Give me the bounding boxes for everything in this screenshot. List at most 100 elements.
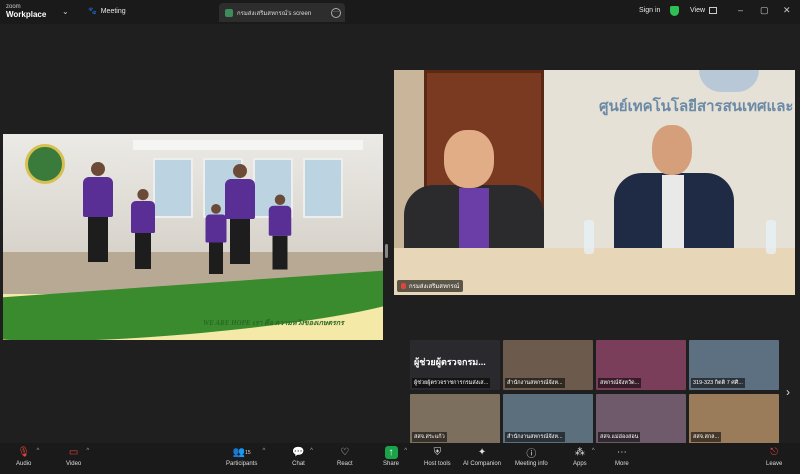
shield-icon: ⛨ [433, 447, 442, 458]
screen-share-tab[interactable]: กรมส่งเสริมสหกรณ์'s screen ··· [219, 3, 345, 22]
view-button[interactable]: View [690, 7, 718, 14]
apps-button[interactable]: ⁂ Apps ^ [573, 446, 595, 467]
gallery-strip: ผู้ช่วยผู้ตรวจกรม... ผู้ช่วยผู้ตรวจราชกา… [410, 340, 780, 444]
speaker-video-tile[interactable]: ศูนย์เทคโนโลยีสารสนเทศและ กรมส่งเสริมสหก… [394, 70, 795, 295]
maximize-icon[interactable]: ▢ [760, 5, 769, 16]
participant-name: กรมส่งเสริมสหกรณ์ [409, 284, 460, 290]
tile-label: สำนักงานสหกรณ์จังห... [505, 378, 565, 388]
chat-button[interactable]: 💬 Chat ^ [292, 446, 313, 467]
gallery-tile[interactable]: ผู้ช่วยผู้ตรวจกรม... ผู้ช่วยผู้ตรวจราชกา… [410, 340, 500, 390]
info-label: Meeting info [515, 461, 548, 467]
shared-video-tile[interactable]: WE ARE HOPE เรา คือ ความหวังของเกษตรกร [3, 134, 383, 340]
apps-icon: ⁂ [574, 447, 585, 458]
more-icon[interactable]: ··· [331, 7, 341, 18]
shield-icon[interactable] [670, 6, 679, 16]
next-page-icon[interactable]: › [786, 385, 790, 399]
leave-icon: ⎋ [770, 447, 779, 458]
person [83, 162, 113, 262]
tile-label: 319-323 กิตติ 7 ศศิ... [691, 378, 745, 388]
zoom-logo: zoom Workplace [6, 3, 46, 19]
leave-button[interactable]: ⎋ Leave [766, 446, 782, 467]
person [205, 204, 227, 274]
caret-up-icon[interactable]: ^ [404, 448, 407, 454]
wall-sign: ศูนย์เทคโนโลยีสารสนเทศและ [599, 98, 794, 115]
ai-label: AI Companion [463, 461, 502, 467]
layout-icon [709, 7, 718, 14]
gallery-tile[interactable]: 319-323 กิตติ 7 ศศิ... [689, 340, 779, 390]
caret-up-icon[interactable]: ^ [37, 448, 40, 454]
chat-label: Chat [292, 461, 305, 467]
more-button[interactable]: ⋯ More [615, 446, 629, 467]
more-icon: ⋯ [616, 447, 627, 458]
apps-label: Apps [573, 461, 587, 467]
gallery-tile[interactable]: สหกรณ์จังหวัด... [596, 340, 686, 390]
emblem-icon [25, 144, 65, 184]
participants-icon: 👥 15 [232, 447, 251, 458]
meeting-info-button[interactable]: ⓘ Meeting info [515, 446, 548, 467]
participants-button[interactable]: 👥 15 Participants ^ [226, 446, 265, 467]
share-button[interactable]: ↑ Share ^ [383, 446, 407, 467]
video-label: Video [66, 461, 82, 467]
host-tools-label: Host tools [424, 461, 451, 467]
participants-label: Participants [226, 461, 258, 467]
bottle [766, 220, 776, 254]
caret-up-icon[interactable]: ^ [310, 448, 313, 454]
close-icon[interactable]: ✕ [783, 5, 791, 16]
react-label: React [337, 461, 353, 467]
chevron-down-icon[interactable]: ⌄ [62, 7, 69, 16]
gallery-tile[interactable]: สำนักงานสหกรณ์จังห... [503, 340, 593, 390]
person [614, 125, 734, 263]
tile-label: สสจ.แม่ฮ่องสอน [598, 432, 641, 442]
tile-title: ผู้ช่วยผู้ตรวจกรม... [414, 357, 486, 367]
paw-icon: 🐾 [88, 8, 97, 15]
mic-muted-icon [401, 283, 406, 289]
heart-icon: ♡ [340, 447, 350, 458]
host-tools-button[interactable]: ⛨ Host tools [424, 446, 451, 467]
caret-up-icon[interactable]: ^ [592, 448, 595, 454]
gallery-tile[interactable]: สสจ.สกล... [689, 394, 779, 444]
person [225, 164, 255, 264]
logo-line2: Workplace [6, 10, 47, 19]
chat-icon: 💬 [292, 447, 305, 458]
bottle [584, 220, 594, 254]
video-off-icon: ▭ [68, 447, 79, 458]
more-label: More [615, 461, 629, 467]
gallery-tile[interactable]: สำนักงานสหกรณ์จังห... [503, 394, 593, 444]
minimize-icon[interactable]: – [738, 5, 743, 15]
ai-companion-button[interactable]: ✦ AI Companion [463, 446, 501, 467]
person [268, 194, 292, 270]
tile-label: สหกรณ์จังหวัด... [598, 378, 642, 388]
sign-in-link[interactable]: Sign in [639, 7, 660, 14]
person [404, 130, 544, 265]
meeting-label: Meeting [100, 7, 126, 15]
video-button[interactable]: ▭ Video ^ [66, 446, 89, 467]
tile-label: สำนักงานสหกรณ์จังห... [505, 432, 565, 442]
audio-label: Audio [16, 461, 32, 467]
tab-title: กรมส่งเสริมสหกรณ์'s screen [237, 10, 312, 17]
share-icon: ↑ [384, 446, 398, 459]
gallery-tile[interactable]: สสจ.แม่ฮ่องสอน [596, 394, 686, 444]
tile-label: สสจ.สระแก้ว [412, 432, 447, 442]
banner-text: WE ARE HOPE เรา คือ ความหวังของเกษตรกร [203, 319, 344, 327]
view-label: View [690, 7, 706, 14]
leave-label: Leave [766, 461, 783, 467]
tile-label: สสจ.สกล... [691, 432, 722, 442]
sparkle-icon: ✦ [477, 447, 487, 458]
participant-count: 15 [245, 449, 251, 456]
mic-muted-icon: 🎙 [17, 447, 31, 458]
title-bar: zoom Workplace ⌄ 🐾 Meeting กรมส่งเสริมสห… [0, 0, 800, 24]
gallery-tile[interactable]: สสจ.สระแก้ว [410, 394, 500, 444]
meeting-toolbar: 🎙 Audio ^ ▭ Video ^ 👥 15 Participants ^ 💬… [0, 443, 800, 474]
meeting-menu[interactable]: 🐾 Meeting [88, 7, 126, 16]
resize-handle[interactable] [385, 244, 388, 258]
share-screen-icon [225, 8, 233, 17]
react-button[interactable]: ♡ React [337, 446, 353, 467]
info-icon: ⓘ [526, 449, 537, 460]
audio-button[interactable]: 🎙 Audio ^ [16, 446, 39, 467]
tile-label: ผู้ช่วยผู้ตรวจราชการกรมส่งเส... [412, 378, 491, 388]
person [131, 189, 155, 269]
caret-up-icon[interactable]: ^ [86, 448, 89, 454]
caret-up-icon[interactable]: ^ [263, 448, 266, 454]
participant-name-tag: กรมส่งเสริมสหกรณ์ [397, 280, 464, 292]
share-label: Share [383, 461, 400, 467]
